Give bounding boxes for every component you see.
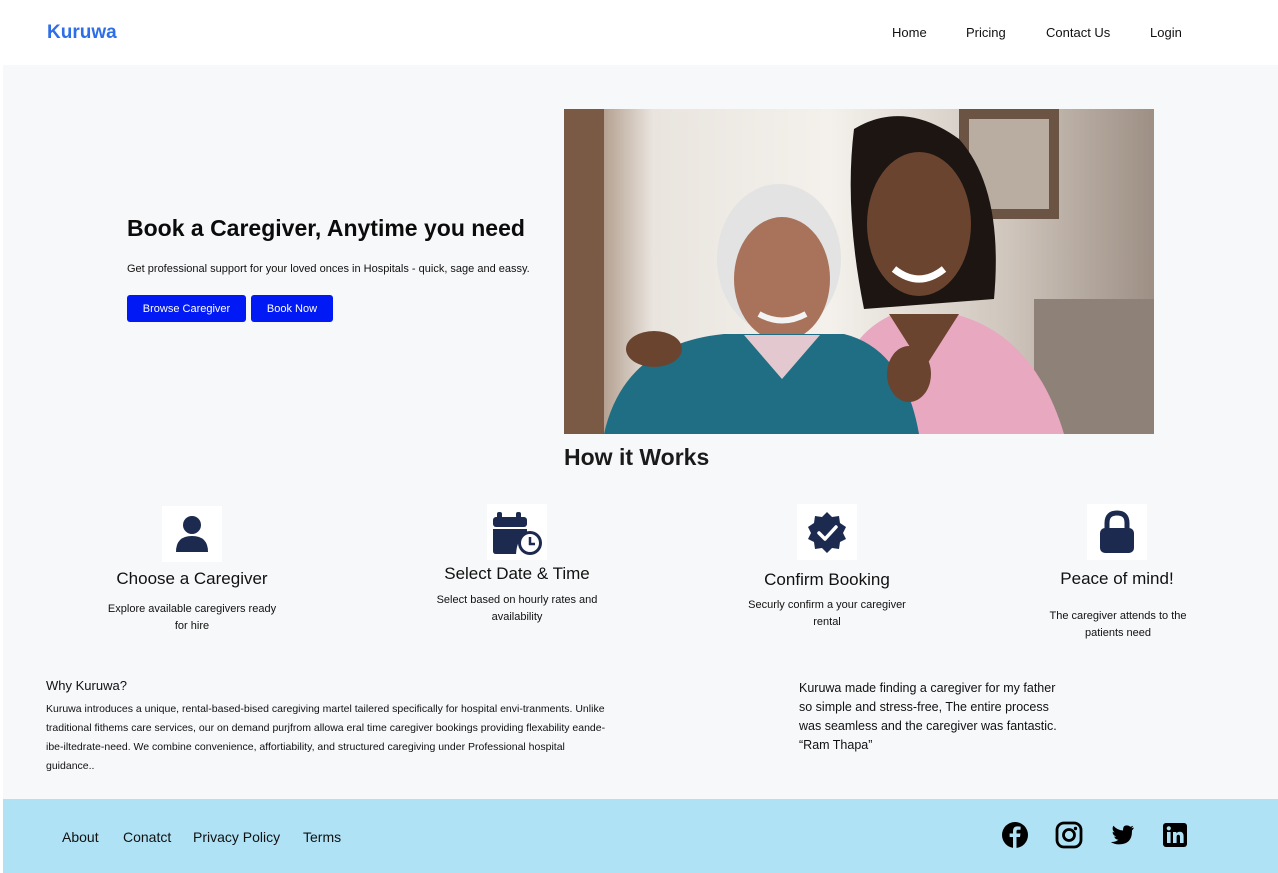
- footer-link-contact[interactable]: Conatct: [123, 829, 171, 845]
- step-desc-select-date-time: Select based on hourly rates and availab…: [436, 594, 598, 623]
- nav-contact-us[interactable]: Contact Us: [1046, 25, 1110, 40]
- step-desc-peace-of-mind: The caregiver attends to the patients ne…: [1049, 610, 1187, 639]
- step-title-choose-caregiver: Choose a Caregiver: [116, 569, 268, 588]
- testimonial: Kuruwa made finding a caregiver for my f…: [799, 679, 1069, 755]
- instagram-icon[interactable]: [1055, 821, 1083, 849]
- step-desc-choose-caregiver: Explore available caregivers ready for h…: [107, 603, 277, 632]
- footer-link-about[interactable]: About: [62, 829, 99, 845]
- step-title-select-date-time: Select Date & Time: [444, 564, 590, 583]
- testimonial-author: “Ram Thapa”: [799, 738, 873, 752]
- user-icon: [162, 506, 222, 562]
- hero-subtitle: Get professional support for your loved …: [127, 263, 530, 275]
- facebook-icon[interactable]: [1001, 821, 1029, 849]
- why-kuruwa-title: Why Kuruwa?: [46, 678, 127, 693]
- footer-link-terms[interactable]: Terms: [303, 829, 341, 845]
- linkedin-icon[interactable]: [1161, 821, 1189, 849]
- verified-check-icon: [797, 504, 857, 560]
- hero-title: Book a Caregiver, Anytime you need: [127, 215, 525, 241]
- lock-icon: [1087, 504, 1147, 560]
- step-desc-confirm-booking: Securly confirm a your caregiver rental: [748, 599, 906, 628]
- calendar-clock-icon: [487, 504, 547, 560]
- how-it-works-title: How it Works: [564, 444, 710, 470]
- footer-link-privacy-policy[interactable]: Privacy Policy: [193, 829, 280, 845]
- step-title-confirm-booking: Confirm Booking: [764, 570, 890, 589]
- nav-pricing[interactable]: Pricing: [966, 25, 1006, 40]
- nav-home[interactable]: Home: [892, 25, 927, 40]
- top-navbar: Kuruwa Home Pricing Contact Us Login: [3, 0, 1278, 65]
- step-title-peace-of-mind: Peace of mind!: [1060, 569, 1174, 588]
- book-now-button[interactable]: Book Now: [251, 295, 333, 322]
- twitter-icon[interactable]: [1108, 821, 1136, 849]
- caregiver-photo: [564, 109, 1154, 434]
- hero-image: [564, 109, 1154, 434]
- footer: About Conatct Privacy Policy Terms: [3, 799, 1278, 873]
- why-kuruwa-body: Kuruwa introduces a unique, rental-based…: [46, 703, 606, 772]
- logo[interactable]: Kuruwa: [47, 22, 117, 44]
- testimonial-quote: Kuruwa made finding a caregiver for my f…: [799, 681, 1057, 733]
- nav-login[interactable]: Login: [1150, 25, 1182, 40]
- browse-caregiver-button[interactable]: Browse Caregiver: [127, 295, 246, 322]
